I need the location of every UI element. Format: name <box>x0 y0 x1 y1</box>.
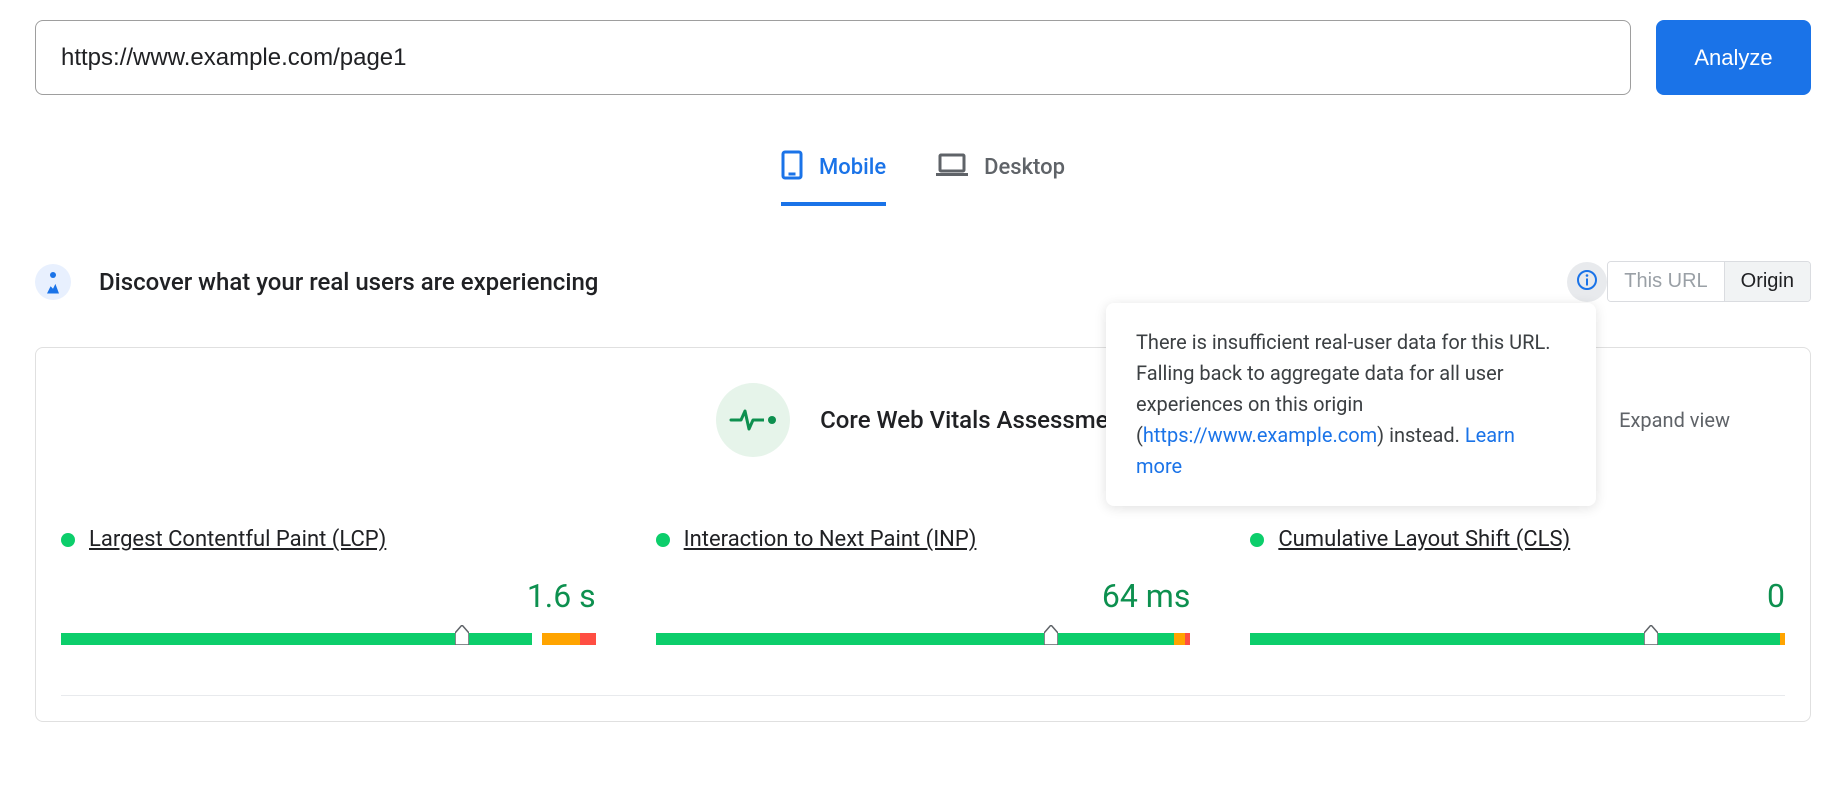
tab-desktop-label: Desktop <box>984 155 1065 180</box>
metric-inp-value: 64 ms <box>656 577 1191 615</box>
section-title: Discover what your real users are experi… <box>99 268 598 296</box>
status-dot-good <box>656 533 670 547</box>
metric-inp-name[interactable]: Interaction to Next Paint (INP) <box>684 527 977 552</box>
desktop-icon <box>936 153 968 181</box>
metric-lcp-value: 1.6 s <box>61 577 596 615</box>
mobile-icon <box>781 150 803 184</box>
status-dot-good <box>61 533 75 547</box>
metric-lcp: Largest Contentful Paint (LCP) 1.6 s <box>61 527 596 645</box>
metric-inp-bar <box>656 633 1191 645</box>
metric-inp: Interaction to Next Paint (INP) 64 ms <box>656 527 1191 645</box>
device-tabs: Mobile Desktop <box>35 140 1811 206</box>
info-icon-button[interactable] <box>1567 262 1607 302</box>
vitals-pulse-icon <box>716 383 790 457</box>
bar-marker-icon <box>1044 625 1058 645</box>
tab-mobile-label: Mobile <box>819 155 886 180</box>
scope-toggle: This URL Origin <box>1607 261 1811 302</box>
metric-lcp-name[interactable]: Largest Contentful Paint (LCP) <box>89 527 386 552</box>
tooltip-origin-link[interactable]: https://www.example.com <box>1143 423 1377 447</box>
url-input[interactable] <box>35 20 1631 95</box>
toggle-origin[interactable]: Origin <box>1725 262 1810 301</box>
bar-marker-icon <box>1644 625 1658 645</box>
toggle-this-url[interactable]: This URL <box>1608 262 1724 301</box>
metric-cls-value: 0 <box>1250 577 1785 615</box>
status-dot-good <box>1250 533 1264 547</box>
analyze-button[interactable]: Analyze <box>1656 20 1811 95</box>
bar-marker-icon <box>455 625 469 645</box>
divider <box>61 695 1785 696</box>
metric-cls: Cumulative Layout Shift (CLS) 0 <box>1250 527 1785 645</box>
tab-desktop[interactable]: Desktop <box>936 140 1065 206</box>
metric-cls-bar <box>1250 633 1785 645</box>
assessment-title: Core Web Vitals Assessment <box>820 406 1130 434</box>
info-tooltip: There is insufficient real-user data for… <box>1106 303 1596 506</box>
metric-cls-name[interactable]: Cumulative Layout Shift (CLS) <box>1278 527 1570 552</box>
crux-icon <box>35 264 71 300</box>
expand-view-link[interactable]: Expand view <box>1619 408 1730 432</box>
metric-lcp-bar <box>61 633 596 645</box>
info-icon <box>1576 269 1598 294</box>
tab-mobile[interactable]: Mobile <box>781 140 886 206</box>
